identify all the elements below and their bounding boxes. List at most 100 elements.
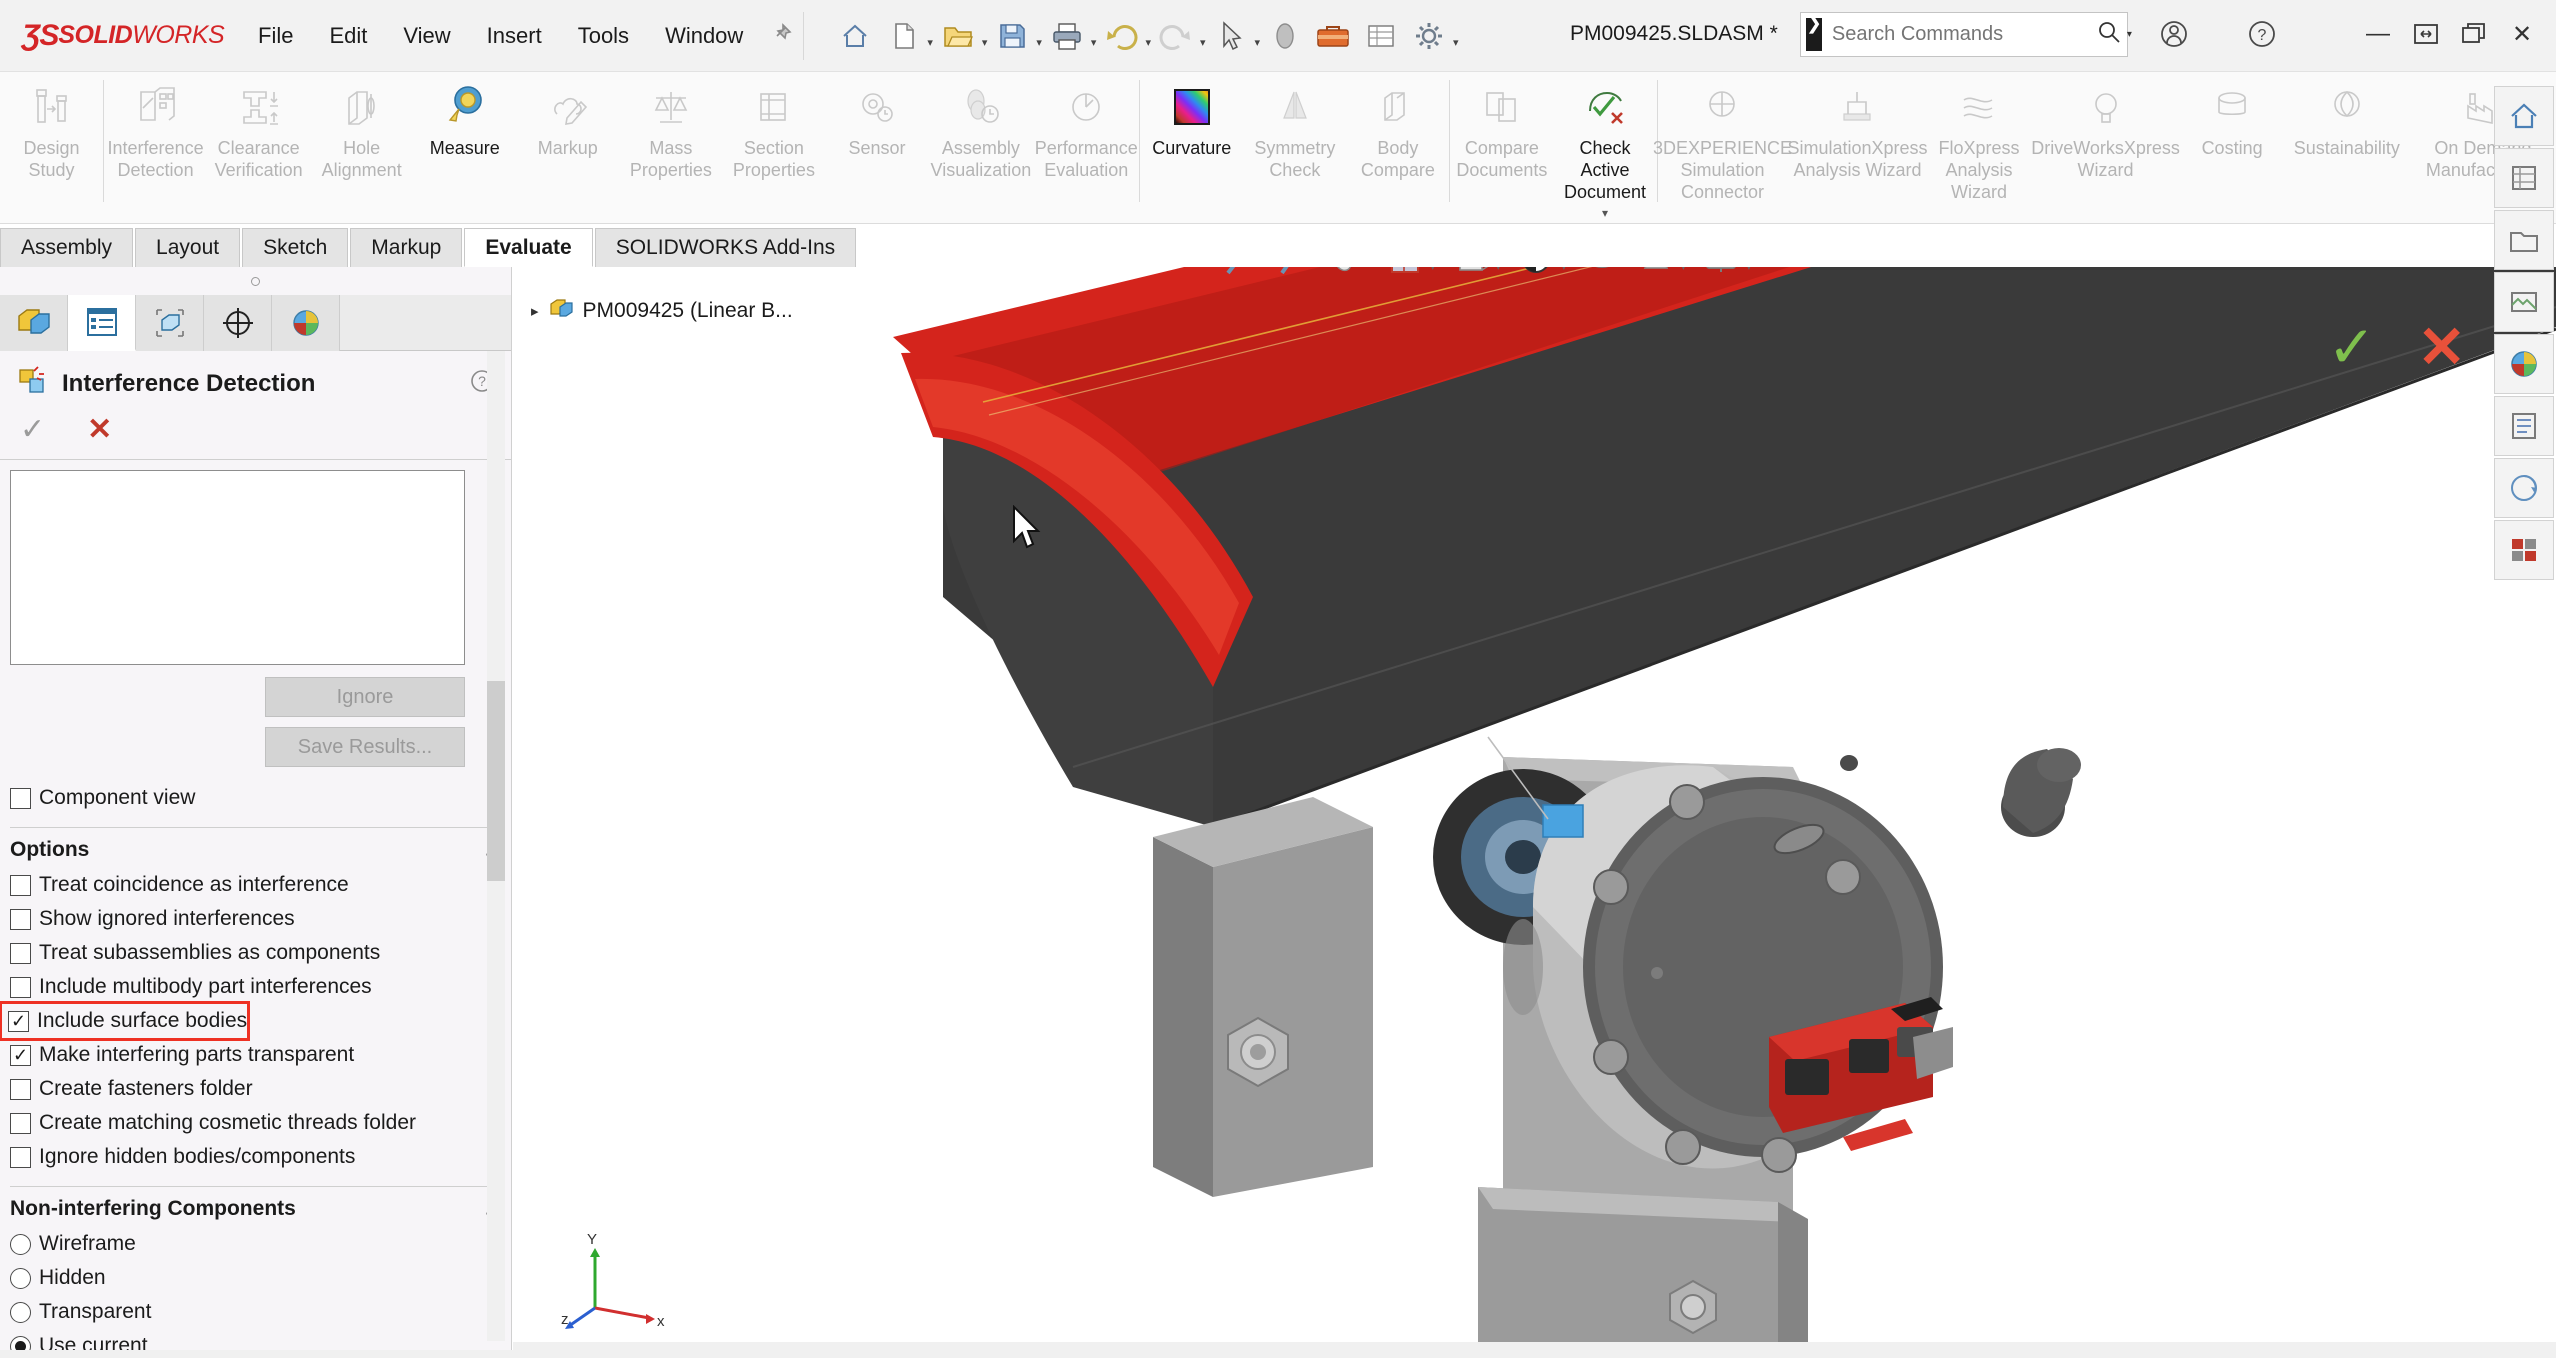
chevron-down-icon[interactable]: ▾ [927,36,933,49]
radio-button[interactable] [10,1267,31,1289]
checkbox[interactable] [10,1112,31,1134]
options-section-header[interactable]: Options ∧ [0,828,511,868]
menu-item-view[interactable]: View [385,17,468,55]
confirm-corner-accept-icon[interactable]: ✓ [2327,313,2376,381]
tab-layout[interactable]: Layout [135,228,241,267]
option-treat-subassemblies[interactable]: Treat subassemblies as components [0,936,511,970]
ribbon-3dexperience-simulation[interactable]: 3DEXPERIENCE Simulation Connector [1653,72,1792,204]
appearances-library-button[interactable] [2494,148,2554,208]
design-library-button[interactable] [2494,520,2554,580]
scenes-library-button[interactable] [2494,210,2554,270]
chevron-down-icon[interactable]: ▾ [1200,36,1206,49]
option-ignore-hidden-bodies[interactable]: Ignore hidden bodies/components [0,1140,511,1174]
option-treat-coincidence[interactable]: Treat coincidence as interference [0,868,511,902]
zoom-to-fit-icon[interactable] [1218,267,1268,284]
tab-evaluate[interactable]: Evaluate [464,228,593,267]
feature-tree-root[interactable]: ▸ PM009425 (Linear B... [513,267,863,337]
ignore-button[interactable]: Ignore [265,677,465,717]
radio-wireframe[interactable]: Wireframe [0,1227,511,1261]
restore-pane-icon[interactable] [2296,267,2338,269]
zoom-to-area-icon[interactable] [1272,267,1322,284]
ribbon-hole-alignment[interactable]: Hole Alignment [310,72,413,202]
ribbon-clearance-verification[interactable]: Clearance Verification [207,72,310,202]
section-view-icon[interactable] [1380,267,1430,284]
search-icon[interactable] [2097,20,2121,50]
menu-item-edit[interactable]: Edit [311,17,385,55]
accept-checkmark-icon[interactable]: ✓ [20,412,45,447]
chevron-down-icon[interactable]: ▾ [1255,36,1261,49]
display-style-icon[interactable] [1511,267,1561,284]
chevron-down-icon[interactable]: ▾ [1602,206,1608,220]
panel-split-grip[interactable] [0,267,511,295]
ribbon-measure[interactable]: Measure [413,72,516,202]
component-view-checkbox-row[interactable]: Component view [0,781,511,815]
ribbon-compare-documents[interactable]: Compare Documents [1450,72,1553,202]
custom-properties-button[interactable] [2494,396,2554,456]
feature-manager-tab[interactable] [0,295,68,351]
new-document-icon[interactable] [880,11,926,61]
apply-scene-icon[interactable] [1631,267,1681,284]
home-icon[interactable] [832,11,878,61]
maximize-document-icon[interactable] [2446,267,2488,269]
expand-arrow-icon[interactable]: ▸ [531,302,539,320]
interference-results-list[interactable] [10,470,465,665]
radio-hidden[interactable]: Hidden [0,1261,511,1295]
menu-item-window[interactable]: Window [647,17,761,55]
cancel-x-icon[interactable]: ✕ [87,412,112,447]
appearance-sphere-button[interactable] [2494,334,2554,394]
ribbon-assembly-visualization[interactable]: Assembly Visualization [929,72,1034,202]
pin-icon[interactable] [771,22,793,50]
ribbon-floxpress[interactable]: FloXpress Analysis Wizard [1927,72,2030,204]
graphics-viewport[interactable]: ▾ ▾ ▾ ▾ ▾ — [513,267,2556,1358]
checkbox[interactable] [10,1146,31,1168]
ribbon-interference-detection[interactable]: Interference Detection [104,72,207,202]
checkbox[interactable] [10,908,31,930]
view-palette-button[interactable] [2494,458,2554,518]
tab-sketch[interactable]: Sketch [242,228,349,267]
hide-show-items-icon[interactable] [1577,267,1627,284]
ribbon-symmetry-check[interactable]: Symmetry Check [1243,72,1346,202]
save-results-button[interactable]: Save Results... [265,727,465,767]
minimize-window-button[interactable]: — [2354,10,2402,58]
confirm-corner-cancel-icon[interactable]: ✕ [2417,313,2466,381]
radio-transparent[interactable]: Transparent [0,1295,511,1329]
checkbox[interactable] [10,942,31,964]
toolbox-icon[interactable] [1310,11,1356,61]
chevron-down-icon[interactable]: ▾ [1430,267,1436,273]
help-question-icon[interactable]: ? [2238,10,2286,58]
undo-icon[interactable] [1098,11,1144,61]
user-account-icon[interactable] [2150,10,2198,58]
ribbon-performance-evaluation[interactable]: Performance Evaluation [1033,72,1139,202]
search-commands-box[interactable]: ❯_ ▾ [1800,12,2132,57]
dimxpert-manager-tab[interactable] [204,295,272,351]
display-manager-tab[interactable] [272,295,340,351]
open-document-icon[interactable] [935,11,981,61]
chevron-down-icon[interactable]: ▾ [1561,267,1567,273]
non-interfering-section-header[interactable]: Non-interfering Components ∧ [0,1187,511,1227]
checkbox[interactable] [8,1010,29,1032]
appearances-icon[interactable] [1262,11,1308,61]
ribbon-simulationxpress[interactable]: SimulationXpress Analysis Wizard [1787,72,1928,202]
search-input[interactable] [1831,23,2097,46]
checkbox[interactable] [10,1044,31,1066]
option-include-multibody[interactable]: Include multibody part interferences [0,970,511,1004]
configuration-manager-tab[interactable] [136,295,204,351]
ribbon-body-compare[interactable]: Body Compare [1346,72,1449,202]
view-orientation-icon[interactable] [1446,267,1496,284]
options-gear-icon[interactable] [1406,11,1452,61]
ribbon-sustainability[interactable]: Sustainability [2284,72,2410,202]
tab-assembly[interactable]: Assembly [0,228,134,267]
chevron-down-icon[interactable]: ▾ [1746,267,1752,273]
ribbon-mass-properties[interactable]: Mass Properties [619,72,722,202]
ribbon-section-properties[interactable]: Section Properties [722,72,825,202]
option-show-ignored[interactable]: Show ignored interferences [0,902,511,936]
bom-icon[interactable] [1358,11,1404,61]
chevron-down-icon[interactable]: ▾ [1091,36,1097,49]
panel-scrollbar[interactable] [487,351,505,1341]
chevron-down-icon[interactable]: ▾ [1145,36,1151,49]
option-create-fasteners-folder[interactable]: Create fasteners folder [0,1072,511,1106]
component-view-checkbox[interactable] [10,787,31,809]
ribbon-curvature[interactable]: Curvature [1140,72,1243,202]
select-icon[interactable] [1208,11,1254,61]
view-settings-icon[interactable] [1696,267,1746,284]
